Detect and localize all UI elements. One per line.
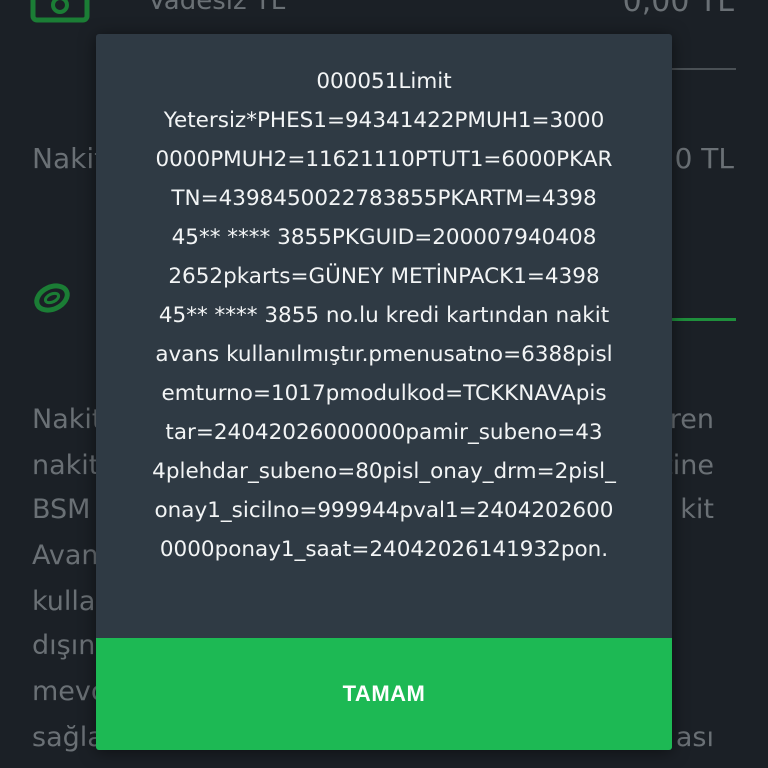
paragraph-fragment: ren	[669, 404, 714, 435]
paragraph-line: nakit	[32, 450, 100, 481]
paragraph-line: Nakit	[32, 404, 103, 435]
paragraph-line: kulla	[32, 586, 96, 617]
paragraph-line: mevc	[32, 676, 106, 707]
account-amount: 0,00 TL	[622, 0, 734, 19]
paragraph-fragment: ası	[675, 722, 714, 753]
alert-dialog: 000051Limit Yetersiz*PHES1=94341422PMUH1…	[96, 34, 672, 750]
nakit-label: Nakit	[32, 142, 106, 175]
account-name: Vadesiz TL	[148, 0, 286, 16]
cash-icon	[30, 0, 90, 23]
paragraph-fragment: kit	[680, 494, 714, 525]
dialog-message: 000051Limit Yetersiz*PHES1=94341422PMUH1…	[152, 69, 616, 562]
paragraph-line: BSM	[32, 494, 91, 525]
paragraph-line: sağla	[32, 722, 104, 753]
ok-button-label: TAMAM	[342, 681, 426, 706]
paragraph-line: Avan	[32, 540, 99, 571]
nakit-amount: 0 TL	[674, 142, 734, 175]
ok-button[interactable]: TAMAM	[96, 638, 672, 750]
coin-icon	[34, 283, 70, 313]
paragraph-line: dışın	[32, 630, 96, 661]
